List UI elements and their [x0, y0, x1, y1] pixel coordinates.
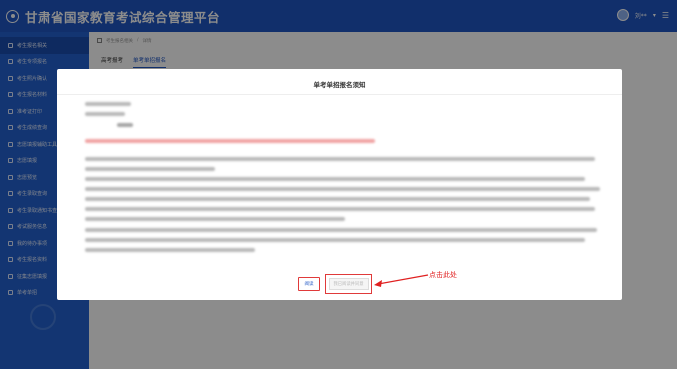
agree-highlight-box: 我已阅读并同意	[325, 274, 372, 294]
read-button[interactable]: 阅读	[298, 277, 320, 291]
click-here-annotation: 点击此处	[429, 271, 457, 279]
notice-modal: 单考单招报名须知 阅读 我已阅读并同意 点击此处	[57, 69, 622, 300]
arrow-left-icon	[374, 274, 429, 287]
divider	[57, 94, 622, 95]
agree-button[interactable]: 我已阅读并同意	[328, 278, 369, 290]
modal-title: 单考单招报名须知	[313, 81, 366, 89]
